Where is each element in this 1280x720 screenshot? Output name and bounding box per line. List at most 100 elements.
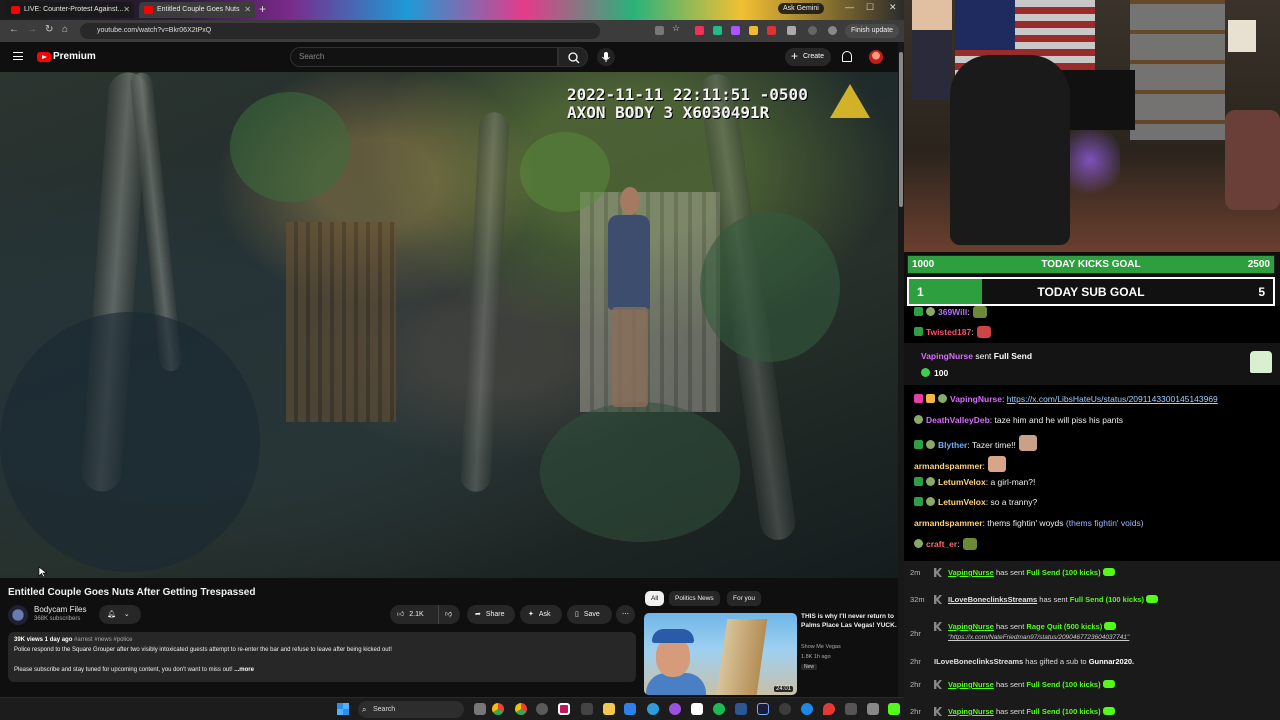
chat-username[interactable]: armandspammer [914,518,983,528]
chat-link[interactable]: https://x.com/LibsHateUs/status/20911433… [1007,394,1218,404]
chip-for-you[interactable]: For you [727,591,762,606]
url-bar[interactable]: youtube.com/watch?v=Bkr06X2tPxQ [80,23,600,39]
premiere-icon[interactable] [757,703,769,715]
spotify-icon[interactable] [713,703,725,715]
activity-text: VapingNurse has sent Full Send (100 kick… [948,707,1115,716]
activity-user[interactable]: VapingNurse [948,707,994,716]
edge-icon[interactable] [647,703,659,715]
app-icon[interactable] [867,703,879,715]
ask-button[interactable]: ✦ Ask [520,605,562,624]
finish-update-button[interactable]: Finish update [845,24,900,38]
back-icon[interactable]: ← [9,24,19,35]
like-button[interactable]: 👍︎ 2.1K [390,605,438,624]
extensions-puzzle-icon[interactable] [787,26,796,35]
voice-search-button[interactable] [597,48,615,66]
search-input[interactable]: Search [290,47,558,67]
home-icon[interactable]: ⌂ [62,24,68,35]
create-button[interactable]: Create [785,48,832,66]
app-icon[interactable] [735,703,747,715]
bookmark-star-icon[interactable]: ☆ [672,23,681,33]
extension-icon[interactable] [713,26,722,35]
chrome-icon[interactable] [515,703,527,715]
chat-username[interactable]: Twisted187 [926,327,971,337]
install-icon[interactable] [655,26,664,35]
reload-icon[interactable]: ↻ [45,24,53,35]
profile-avatar-icon[interactable] [828,26,837,35]
notifications-bell-icon[interactable] [842,51,852,62]
address-toolbar: ← → ↻ ⌂ youtube.com/watch?v=Bkr06X2tPxQ … [0,20,904,42]
chat-username[interactable]: 369Will [938,307,967,317]
dislike-button[interactable]: 👎︎ [438,605,460,624]
minimize-icon[interactable]: — [845,2,854,12]
search-button[interactable] [558,47,588,67]
more-actions-button[interactable]: ⋯ [616,605,635,624]
chat-username[interactable]: craft_er [926,539,957,549]
taskbar-search[interactable]: ⌕ Search [358,701,464,718]
activity-user[interactable]: VapingNurse [948,622,994,631]
maximize-icon[interactable]: ☐ [866,2,874,13]
app-icon[interactable] [845,703,857,715]
close-window-icon[interactable]: ✕ [889,2,897,13]
profile-avatar-icon[interactable] [808,26,817,35]
extension-icon[interactable] [749,26,758,35]
channel-avatar[interactable] [8,605,28,625]
gift-username[interactable]: VapingNurse [921,351,973,361]
activity-user[interactable]: ILoveBoneclinksStreams [934,657,1023,666]
close-tab-icon[interactable]: ✕ [123,2,130,18]
chat-username[interactable]: DeathValleyDeb [926,415,990,425]
chat-username[interactable]: Blyther [938,440,967,450]
chat-username[interactable]: LetumVelox [938,477,986,487]
youtube-premium-logo[interactable]: Premium [53,51,96,62]
recording-app-icon[interactable] [558,703,570,715]
chip-all[interactable]: All [645,591,665,606]
account-avatar[interactable] [869,50,883,64]
activity-user[interactable]: ILoveBoneclinksStreams [948,595,1037,604]
chrome-icon[interactable] [492,703,504,715]
activity-text: ILoveBoneclinksStreams has sent Full Sen… [948,595,1158,604]
tab-live-counter-protest[interactable]: LIVE: Counter-Protest Against... ✕ [6,2,134,18]
chat-username[interactable]: VapingNurse [950,394,1002,404]
extension-icon[interactable] [767,26,776,35]
ask-gemini-button[interactable]: Ask Gemini [778,3,824,14]
task-view-icon[interactable] [474,703,486,715]
chat-username[interactable]: armandspammer [914,461,983,471]
bookshelf [1130,0,1225,140]
forward-icon[interactable]: → [27,24,37,35]
scrollbar-thumb[interactable] [899,52,903,207]
tab-entitled-couple[interactable]: Entitled Couple Goes Nuts ✕ [139,2,255,18]
youtube-logo-icon[interactable] [37,52,51,62]
channel-name[interactable]: Bodycam Files [34,605,86,614]
obs-icon[interactable] [779,703,791,715]
activity-user[interactable]: VapingNurse [948,680,994,689]
app-icon[interactable] [801,703,813,715]
close-tab-icon[interactable]: ✕ [244,2,251,18]
share-button[interactable]: ➦ Share [467,605,515,624]
save-label: Save [583,611,600,618]
file-explorer-icon[interactable] [603,703,615,715]
chip-politics-news[interactable]: Politics News [669,591,720,606]
chat-username[interactable]: LetumVelox [938,497,986,507]
app-icon[interactable] [581,703,593,715]
hashtags[interactable]: #arrest #news #police [74,637,132,643]
subscribed-bell-button[interactable]: 🔔︎ ⌄ [99,605,141,624]
app-icon[interactable] [691,703,703,715]
gaming-chair [950,55,1070,245]
save-button[interactable]: ▯ Save [567,605,612,624]
show-more-link[interactable]: ...more [234,667,254,673]
maps-pin-icon[interactable] [823,703,835,715]
windows-start-icon[interactable] [337,703,349,715]
extension-icon[interactable] [695,26,704,35]
activity-user[interactable]: VapingNurse [948,568,994,577]
recommended-channel[interactable]: Show Me Vegas [801,644,841,650]
app-icon[interactable] [536,703,548,715]
recommended-thumbnail[interactable]: 24:01 [644,613,797,695]
app-icon[interactable] [669,703,681,715]
activity-note[interactable]: "https://x.com/NateFriedman97/status/209… [948,634,1129,641]
recommended-title[interactable]: THIS is why I'll never return to Palms P… [801,613,897,630]
kick-app-icon[interactable] [888,703,900,715]
new-tab-button[interactable]: + [259,2,266,16]
video-player[interactable]: 2022-11-11 22:11:51 -0500 AXON BODY 3 X6… [0,72,898,578]
menu-icon[interactable] [13,52,23,60]
extension-icon[interactable] [731,26,740,35]
app-icon[interactable] [624,703,636,715]
